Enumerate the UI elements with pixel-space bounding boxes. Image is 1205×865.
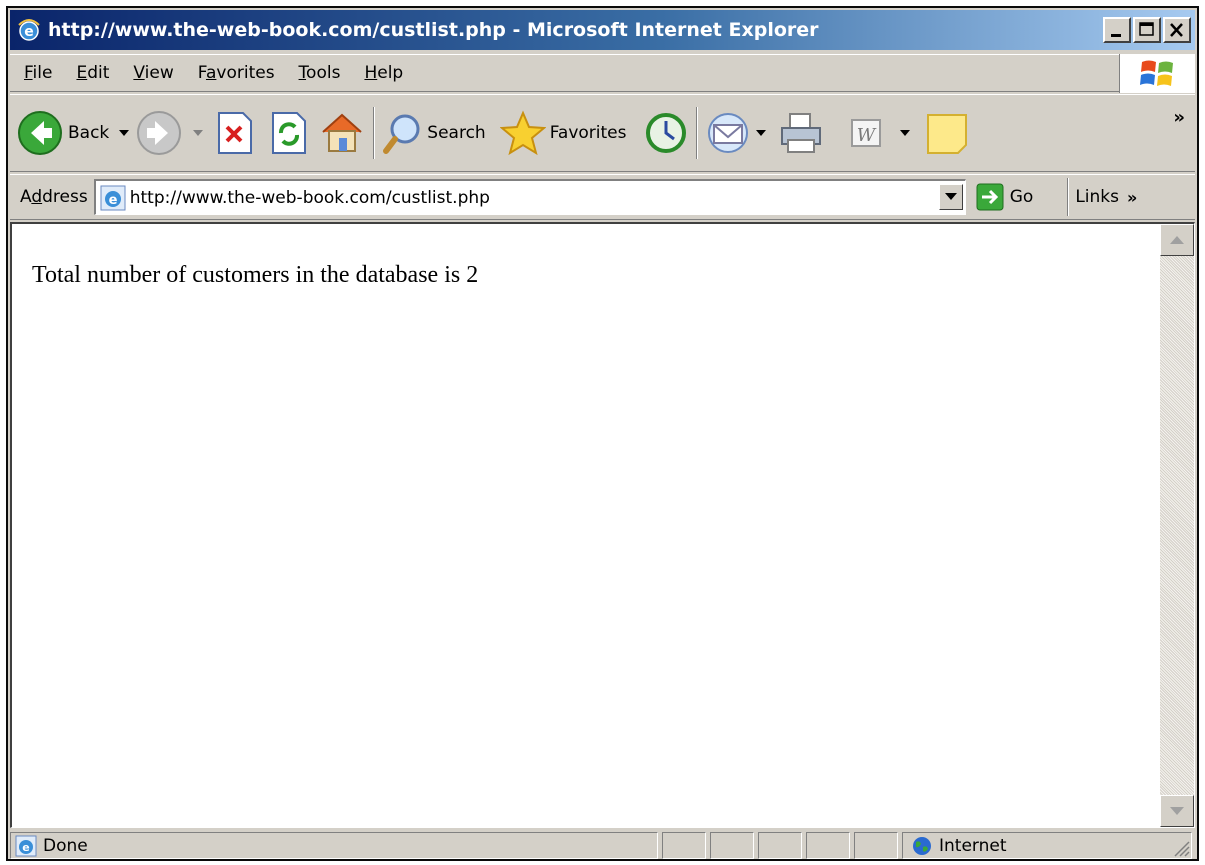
forward-button[interactable] (135, 103, 209, 163)
back-button[interactable]: Back (16, 103, 135, 163)
svg-text:e: e (22, 841, 29, 854)
maximize-icon (1139, 22, 1154, 36)
status-page-icon: e (15, 835, 37, 856)
go-arrow-icon (976, 183, 1004, 211)
printer-icon (781, 113, 822, 153)
resize-grip-icon[interactable] (1169, 836, 1191, 858)
menu-edit[interactable]: Edit (76, 63, 109, 83)
status-pane (758, 832, 802, 859)
svg-text:e: e (108, 193, 117, 208)
mail-icon (708, 113, 749, 153)
menu-favorites[interactable]: Favorites (198, 63, 275, 83)
globe-icon (913, 836, 931, 855)
status-pane (662, 832, 706, 859)
menu-file[interactable]: File (24, 63, 52, 83)
back-dropdown-arrow[interactable] (119, 130, 130, 136)
menu-help[interactable]: Help (364, 63, 403, 83)
close-button[interactable] (1163, 17, 1191, 43)
status-bar: e Done Internet (10, 832, 1195, 859)
search-button[interactable]: Search (383, 103, 486, 163)
svg-text:W: W (857, 125, 877, 146)
address-label: Address (20, 187, 88, 207)
title-bar[interactable]: e http://www.the-web-book.com/custlist.p… (10, 10, 1195, 50)
maximize-button[interactable] (1133, 17, 1161, 43)
scroll-up-arrow-icon (1170, 236, 1184, 244)
mail-dropdown-arrow[interactable] (756, 130, 767, 136)
ie-logo-icon: e (18, 19, 40, 41)
forward-arrow-icon (137, 111, 182, 155)
windows-logo-icon (1139, 60, 1173, 86)
favorites-star-icon (499, 110, 546, 156)
address-bar: Address e Go Links » (10, 174, 1195, 220)
links-separator (1067, 178, 1070, 216)
edit-dropdown-arrow[interactable] (900, 130, 911, 136)
print-button[interactable] (778, 103, 824, 163)
window-title: http://www.the-web-book.com/custlist.php… (48, 19, 819, 41)
edit-button[interactable]: W (850, 103, 916, 163)
status-text: Done (43, 835, 88, 856)
minimize-icon (1111, 34, 1121, 37)
status-pane (806, 832, 850, 859)
page-ie-icon: e (100, 185, 126, 210)
windows-logo-box (1119, 54, 1195, 93)
browser-window: e http://www.the-web-book.com/custlist.p… (6, 6, 1199, 861)
close-icon (1170, 23, 1183, 37)
status-pane (854, 832, 898, 859)
security-zone-pane[interactable]: Internet (902, 832, 1192, 859)
history-button[interactable] (644, 103, 688, 163)
mail-button[interactable] (706, 103, 772, 163)
toolbar-separator (696, 107, 699, 159)
stop-icon (218, 112, 253, 154)
menu-tools[interactable]: Tools (299, 63, 341, 83)
home-button[interactable] (319, 103, 365, 163)
favorites-button[interactable]: Favorites (499, 103, 626, 163)
scroll-up-button[interactable] (1160, 224, 1194, 256)
scroll-down-button[interactable] (1160, 795, 1194, 827)
page-body: Total number of customers in the databas… (12, 224, 1160, 827)
standard-toolbar: Back Search Favorites W » (10, 94, 1195, 172)
status-pane (710, 832, 754, 859)
back-arrow-icon (18, 111, 62, 155)
messenger-note-button[interactable] (926, 103, 970, 163)
toolbar-overflow-chevron[interactable]: » (1173, 107, 1185, 128)
dropdown-arrow-icon (944, 193, 957, 200)
caption-buttons (1101, 17, 1191, 43)
vertical-scrollbar[interactable] (1160, 224, 1194, 827)
menu-bar: File Edit View Favorites Tools Help (10, 54, 1195, 93)
toolbar-separator (373, 107, 376, 159)
stop-button[interactable] (215, 103, 255, 163)
customer-count-text: Total number of customers in the databas… (32, 262, 479, 288)
links-overflow-chevron[interactable]: » (1127, 188, 1137, 207)
scroll-down-arrow-icon (1170, 807, 1184, 815)
svg-text:e: e (24, 24, 34, 40)
url-input[interactable] (129, 187, 910, 208)
word-edit-icon: W (851, 119, 882, 147)
zone-label: Internet (939, 835, 1007, 856)
search-icon (383, 114, 420, 154)
links-button[interactable]: Links (1075, 187, 1119, 207)
content-frame: Total number of customers in the databas… (10, 222, 1195, 828)
note-icon (927, 114, 968, 154)
go-button[interactable]: Go (976, 183, 1033, 211)
menu-view[interactable]: View (133, 63, 173, 83)
history-icon (646, 113, 687, 153)
refresh-icon (272, 112, 307, 154)
status-main-pane: e Done (10, 832, 658, 859)
minimize-button[interactable] (1103, 17, 1131, 43)
forward-dropdown-arrow[interactable] (193, 130, 204, 136)
home-icon (322, 113, 362, 152)
refresh-button[interactable] (269, 103, 309, 163)
address-field[interactable]: e (93, 179, 966, 215)
address-dropdown-button[interactable] (938, 184, 963, 210)
